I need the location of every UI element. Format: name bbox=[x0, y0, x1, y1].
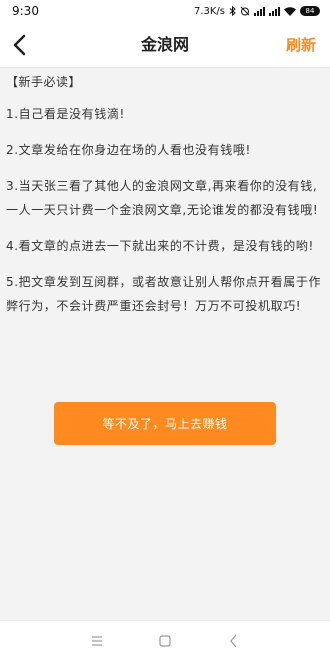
rule-item: 4.看文章的点进去一下就出来的不计费，是没有钱的哟! bbox=[6, 239, 314, 253]
rule-item: 2.文章发给在你身边在场的人看也没有钱哦! bbox=[6, 143, 251, 157]
bluetooth-icon bbox=[229, 6, 236, 16]
square-home-icon bbox=[159, 635, 171, 647]
refresh-button[interactable]: 刷新 bbox=[286, 22, 316, 68]
rule-item: 5.把文章发到互阅群，或者故意让别人帮你点开看属于作弊行为，不会计费严重还会封号… bbox=[6, 275, 322, 313]
screen: 9:30 7.3K/s 84 金浪网 刷新 【新手必读】 1.自己看是没有钱滴!… bbox=[0, 0, 330, 660]
status-time: 9:30 bbox=[12, 4, 39, 18]
menu-icon bbox=[92, 636, 102, 646]
earn-money-button[interactable]: 等不及了，马上去赚钱 bbox=[54, 402, 276, 445]
status-icons: 7.3K/s 84 bbox=[194, 6, 320, 17]
rules-content: 【新手必读】 1.自己看是没有钱滴! 2.文章发给在你身边在场的人看也没有钱哦!… bbox=[0, 68, 330, 330]
nav-menu-button[interactable] bbox=[87, 631, 107, 651]
section-title: 【新手必读】 bbox=[6, 75, 82, 89]
battery-icon: 84 bbox=[300, 6, 320, 16]
nav-home-button[interactable] bbox=[155, 631, 175, 651]
system-nav-bar bbox=[0, 620, 330, 660]
page-title: 金浪网 bbox=[140, 35, 189, 54]
status-bar: 9:30 7.3K/s 84 bbox=[0, 0, 330, 22]
alarm-off-icon bbox=[240, 6, 250, 16]
rule-item: 3.当天张三看了其他人的金浪网文章,再来看你的没有钱,一人一天只计费一个金浪网文… bbox=[6, 179, 319, 217]
signal-2-icon bbox=[269, 6, 280, 16]
rule-item: 1.自己看是没有钱滴! bbox=[6, 107, 125, 121]
wifi-icon bbox=[284, 6, 296, 16]
signal-icon bbox=[254, 6, 265, 16]
nav-back-button[interactable] bbox=[224, 631, 244, 651]
triangle-back-icon bbox=[230, 634, 237, 648]
header: 金浪网 刷新 bbox=[0, 22, 330, 68]
net-speed: 7.3K/s bbox=[193, 5, 225, 17]
